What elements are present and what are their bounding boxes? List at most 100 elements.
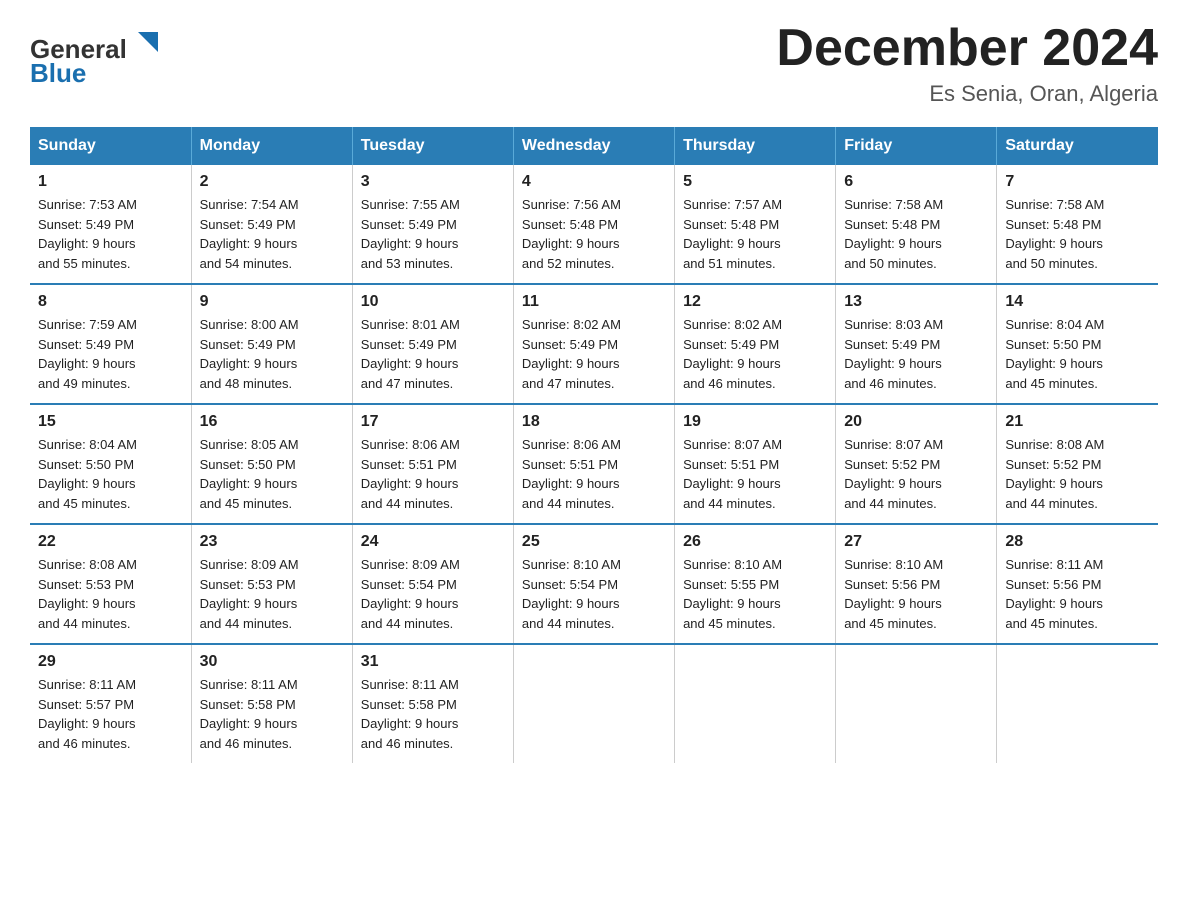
day-info: Sunrise: 8:04 AMSunset: 5:50 PMDaylight:… xyxy=(1005,315,1150,393)
day-info: Sunrise: 8:10 AMSunset: 5:54 PMDaylight:… xyxy=(522,555,666,633)
day-info: Sunrise: 8:10 AMSunset: 5:55 PMDaylight:… xyxy=(683,555,827,633)
day-number: 14 xyxy=(1005,293,1150,311)
calendar-cell: 23 Sunrise: 8:09 AMSunset: 5:53 PMDaylig… xyxy=(191,524,352,644)
day-info: Sunrise: 7:53 AMSunset: 5:49 PMDaylight:… xyxy=(38,195,183,273)
day-info: Sunrise: 7:56 AMSunset: 5:48 PMDaylight:… xyxy=(522,195,666,273)
day-number: 24 xyxy=(361,533,505,551)
day-number: 19 xyxy=(683,413,827,431)
day-info: Sunrise: 8:07 AMSunset: 5:51 PMDaylight:… xyxy=(683,435,827,513)
day-number: 7 xyxy=(1005,173,1150,191)
day-info: Sunrise: 7:58 AMSunset: 5:48 PMDaylight:… xyxy=(844,195,988,273)
weekday-header-row: SundayMondayTuesdayWednesdayThursdayFrid… xyxy=(30,127,1158,165)
day-info: Sunrise: 7:57 AMSunset: 5:48 PMDaylight:… xyxy=(683,195,827,273)
calendar-table: SundayMondayTuesdayWednesdayThursdayFrid… xyxy=(30,127,1158,763)
calendar-cell: 9 Sunrise: 8:00 AMSunset: 5:49 PMDayligh… xyxy=(191,284,352,404)
day-info: Sunrise: 8:01 AMSunset: 5:49 PMDaylight:… xyxy=(361,315,505,393)
svg-text:Blue: Blue xyxy=(30,58,86,88)
day-number: 28 xyxy=(1005,533,1150,551)
day-number: 1 xyxy=(38,173,183,191)
day-number: 23 xyxy=(200,533,344,551)
day-info: Sunrise: 8:06 AMSunset: 5:51 PMDaylight:… xyxy=(361,435,505,513)
day-number: 11 xyxy=(522,293,666,311)
day-info: Sunrise: 8:10 AMSunset: 5:56 PMDaylight:… xyxy=(844,555,988,633)
day-info: Sunrise: 8:11 AMSunset: 5:57 PMDaylight:… xyxy=(38,675,183,753)
calendar-cell: 20 Sunrise: 8:07 AMSunset: 5:52 PMDaylig… xyxy=(836,404,997,524)
day-info: Sunrise: 8:05 AMSunset: 5:50 PMDaylight:… xyxy=(200,435,344,513)
calendar-cell: 2 Sunrise: 7:54 AMSunset: 5:49 PMDayligh… xyxy=(191,165,352,284)
day-number: 13 xyxy=(844,293,988,311)
day-info: Sunrise: 8:02 AMSunset: 5:49 PMDaylight:… xyxy=(683,315,827,393)
calendar-cell xyxy=(675,644,836,763)
calendar-cell: 29 Sunrise: 8:11 AMSunset: 5:57 PMDaylig… xyxy=(30,644,191,763)
day-info: Sunrise: 8:11 AMSunset: 5:58 PMDaylight:… xyxy=(361,675,505,753)
calendar-cell: 26 Sunrise: 8:10 AMSunset: 5:55 PMDaylig… xyxy=(675,524,836,644)
day-info: Sunrise: 8:08 AMSunset: 5:52 PMDaylight:… xyxy=(1005,435,1150,513)
day-number: 8 xyxy=(38,293,183,311)
day-number: 6 xyxy=(844,173,988,191)
day-number: 21 xyxy=(1005,413,1150,431)
calendar-week-row: 22 Sunrise: 8:08 AMSunset: 5:53 PMDaylig… xyxy=(30,524,1158,644)
day-number: 3 xyxy=(361,173,505,191)
day-info: Sunrise: 8:06 AMSunset: 5:51 PMDaylight:… xyxy=(522,435,666,513)
calendar-cell: 4 Sunrise: 7:56 AMSunset: 5:48 PMDayligh… xyxy=(513,165,674,284)
day-number: 29 xyxy=(38,653,183,671)
calendar-cell: 5 Sunrise: 7:57 AMSunset: 5:48 PMDayligh… xyxy=(675,165,836,284)
calendar-cell: 30 Sunrise: 8:11 AMSunset: 5:58 PMDaylig… xyxy=(191,644,352,763)
calendar-cell xyxy=(997,644,1158,763)
calendar-cell: 21 Sunrise: 8:08 AMSunset: 5:52 PMDaylig… xyxy=(997,404,1158,524)
calendar-cell: 19 Sunrise: 8:07 AMSunset: 5:51 PMDaylig… xyxy=(675,404,836,524)
page-header: General Blue December 2024 Es Senia, Ora… xyxy=(30,20,1158,107)
weekday-header-wednesday: Wednesday xyxy=(513,127,674,165)
weekday-header-monday: Monday xyxy=(191,127,352,165)
day-info: Sunrise: 8:08 AMSunset: 5:53 PMDaylight:… xyxy=(38,555,183,633)
day-number: 30 xyxy=(200,653,344,671)
calendar-cell: 1 Sunrise: 7:53 AMSunset: 5:49 PMDayligh… xyxy=(30,165,191,284)
day-number: 17 xyxy=(361,413,505,431)
calendar-cell: 15 Sunrise: 8:04 AMSunset: 5:50 PMDaylig… xyxy=(30,404,191,524)
calendar-week-row: 1 Sunrise: 7:53 AMSunset: 5:49 PMDayligh… xyxy=(30,165,1158,284)
calendar-cell: 24 Sunrise: 8:09 AMSunset: 5:54 PMDaylig… xyxy=(352,524,513,644)
day-info: Sunrise: 8:03 AMSunset: 5:49 PMDaylight:… xyxy=(844,315,988,393)
title-section: December 2024 Es Senia, Oran, Algeria xyxy=(776,20,1158,107)
day-info: Sunrise: 7:54 AMSunset: 5:49 PMDaylight:… xyxy=(200,195,344,273)
calendar-cell: 22 Sunrise: 8:08 AMSunset: 5:53 PMDaylig… xyxy=(30,524,191,644)
calendar-cell: 7 Sunrise: 7:58 AMSunset: 5:48 PMDayligh… xyxy=(997,165,1158,284)
calendar-cell: 6 Sunrise: 7:58 AMSunset: 5:48 PMDayligh… xyxy=(836,165,997,284)
weekday-header-tuesday: Tuesday xyxy=(352,127,513,165)
calendar-cell: 8 Sunrise: 7:59 AMSunset: 5:49 PMDayligh… xyxy=(30,284,191,404)
calendar-cell: 27 Sunrise: 8:10 AMSunset: 5:56 PMDaylig… xyxy=(836,524,997,644)
calendar-cell: 17 Sunrise: 8:06 AMSunset: 5:51 PMDaylig… xyxy=(352,404,513,524)
day-number: 15 xyxy=(38,413,183,431)
day-info: Sunrise: 8:00 AMSunset: 5:49 PMDaylight:… xyxy=(200,315,344,393)
day-number: 31 xyxy=(361,653,505,671)
day-number: 22 xyxy=(38,533,183,551)
day-info: Sunrise: 8:02 AMSunset: 5:49 PMDaylight:… xyxy=(522,315,666,393)
day-number: 25 xyxy=(522,533,666,551)
day-info: Sunrise: 8:11 AMSunset: 5:56 PMDaylight:… xyxy=(1005,555,1150,633)
calendar-cell: 14 Sunrise: 8:04 AMSunset: 5:50 PMDaylig… xyxy=(997,284,1158,404)
day-info: Sunrise: 8:11 AMSunset: 5:58 PMDaylight:… xyxy=(200,675,344,753)
calendar-cell: 11 Sunrise: 8:02 AMSunset: 5:49 PMDaylig… xyxy=(513,284,674,404)
calendar-cell: 13 Sunrise: 8:03 AMSunset: 5:49 PMDaylig… xyxy=(836,284,997,404)
day-info: Sunrise: 8:09 AMSunset: 5:53 PMDaylight:… xyxy=(200,555,344,633)
calendar-cell xyxy=(513,644,674,763)
calendar-cell xyxy=(836,644,997,763)
day-number: 9 xyxy=(200,293,344,311)
day-info: Sunrise: 8:09 AMSunset: 5:54 PMDaylight:… xyxy=(361,555,505,633)
day-info: Sunrise: 8:04 AMSunset: 5:50 PMDaylight:… xyxy=(38,435,183,513)
day-info: Sunrise: 8:07 AMSunset: 5:52 PMDaylight:… xyxy=(844,435,988,513)
day-number: 16 xyxy=(200,413,344,431)
day-info: Sunrise: 7:55 AMSunset: 5:49 PMDaylight:… xyxy=(361,195,505,273)
day-number: 5 xyxy=(683,173,827,191)
day-number: 10 xyxy=(361,293,505,311)
day-number: 20 xyxy=(844,413,988,431)
day-info: Sunrise: 7:58 AMSunset: 5:48 PMDaylight:… xyxy=(1005,195,1150,273)
weekday-header-friday: Friday xyxy=(836,127,997,165)
month-title: December 2024 xyxy=(776,20,1158,77)
calendar-week-row: 15 Sunrise: 8:04 AMSunset: 5:50 PMDaylig… xyxy=(30,404,1158,524)
day-number: 2 xyxy=(200,173,344,191)
calendar-cell: 31 Sunrise: 8:11 AMSunset: 5:58 PMDaylig… xyxy=(352,644,513,763)
calendar-cell: 3 Sunrise: 7:55 AMSunset: 5:49 PMDayligh… xyxy=(352,165,513,284)
location: Es Senia, Oran, Algeria xyxy=(776,81,1158,107)
weekday-header-sunday: Sunday xyxy=(30,127,191,165)
